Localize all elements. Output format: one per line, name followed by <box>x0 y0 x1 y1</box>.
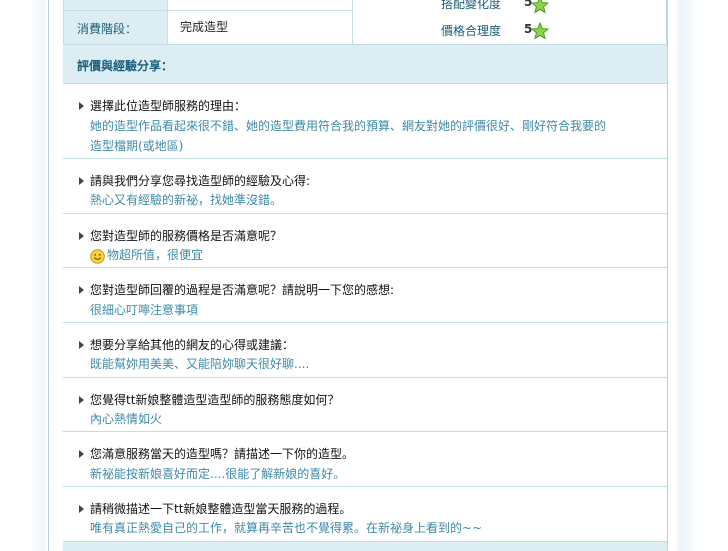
qa-item: 請與我們分享您尋找造型師的經驗及心得: 熱心又有經驗的新祕，找她準沒錯。 <box>63 159 667 214</box>
qa-answer-line: 唯有真正熱愛自己的工作，就算再辛苦也不覺得累。在新祕身上看到的~~ <box>90 521 483 535</box>
star-icon <box>531 22 549 40</box>
qa-item: 選擇此位造型師服務的理由： 她的造型作品看起來很不錯、她的造型費用符合我的預算、… <box>63 84 667 159</box>
qa-answer-line: 內心熱情如火 <box>90 412 163 426</box>
qa-answer: 她的造型作品看起來很不錯、她的造型費用符合我的預算、網友對她的評價很好、剛好符合… <box>90 116 606 156</box>
bullet-arrow-icon <box>79 102 84 110</box>
qa-answer-line: 很細心叮嚀注意事項 <box>90 303 199 317</box>
qa-question: 您覺得tt新娘整體造型造型師的服務態度如何？ <box>90 393 340 407</box>
qa-question: 想要分享給其他的網友的心得或建議： <box>90 338 295 352</box>
qa-answer: 新祕能按新娘喜好而定....很能了解新娘的喜好。 <box>90 464 345 484</box>
summary-table: 消費階段： 完成造型 搭配變化度 5 價格合理度 5 <box>63 0 667 45</box>
qa-answer-line: 新祕能按新娘喜好而定....很能了解新娘的喜好。 <box>90 467 346 481</box>
qa-item: 您對造型師的服務價格是否滿意呢？ 物超所值，很便宜 <box>63 214 667 268</box>
qa-item: 請稍微描述一下tt新娘整體造型當天服務的過程。 唯有真正熱愛自己的工作，就算再辛… <box>63 487 667 541</box>
qa-item: 您覺得tt新娘整體造型造型師的服務態度如何？ 內心熱情如火 <box>63 378 667 432</box>
qa-question: 您滿意服務當天的造型嗎？請描述一下你的造型。 <box>90 447 355 461</box>
bullet-arrow-icon <box>79 505 84 513</box>
bullet-arrow-icon <box>79 450 84 458</box>
star-icon <box>531 0 549 14</box>
rating-label-price: 價格合理度 <box>441 24 502 38</box>
qa-answer-line: 她的造型作品看起來很不錯、她的造型費用符合我的預算、網友對她的評價很好、剛好符合… <box>90 119 607 133</box>
qa-answer: 既能幫妳用美美、又能陪妳聊天很好聊.... <box>90 354 309 374</box>
qa-item: 想要分享給其他的網友的心得或建議： 既能幫妳用美美、又能陪妳聊天很好聊.... <box>63 323 667 378</box>
next-section-header <box>63 541 667 551</box>
stage-value-cell: 完成造型 <box>167 10 353 45</box>
qa-answer: 內心熱情如火 <box>90 409 162 429</box>
qa-question: 您對造型師回覆的過程是否滿意呢？請說明一下您的感想: <box>90 283 395 297</box>
qa-question: 請稍微描述一下tt新娘整體造型當天服務的過程。 <box>90 502 352 516</box>
qa-answer-line: 造型檔期(或地區) <box>90 139 184 153</box>
qa-answer-line: 物超所值，很便宜 <box>107 248 204 262</box>
bullet-arrow-icon <box>79 232 84 240</box>
stage-value: 完成造型 <box>180 20 229 34</box>
page-background-right <box>667 0 728 551</box>
smiley-icon <box>90 249 105 264</box>
qa-question: 請與我們分享您尋找造型師的經驗及心得: <box>90 174 311 188</box>
qa-item: 您對造型師回覆的過程是否滿意呢？請說明一下您的感想: 很細心叮嚀注意事項 <box>63 268 667 323</box>
review-panel: 消費階段： 完成造型 搭配變化度 5 價格合理度 5 評價與經驗分享： 選擇此位… <box>48 0 668 551</box>
qa-answer: 很細心叮嚀注意事項 <box>90 300 198 320</box>
ratings-cell: 搭配變化度 5 價格合理度 5 <box>352 0 667 45</box>
qa-question: 您對造型師的服務價格是否滿意呢？ <box>90 229 283 243</box>
bullet-arrow-icon <box>79 177 84 185</box>
reviews-header: 評價與經驗分享： <box>63 44 667 84</box>
reviews-title: 評價與經驗分享： <box>77 59 174 73</box>
qa-answer-line: 熱心又有經驗的新祕，找她準沒錯。 <box>90 193 283 207</box>
qa-answer-line: 既能幫妳用美美、又能陪妳聊天很好聊.... <box>90 357 310 371</box>
qa-answer: 物超所值，很便宜 <box>107 245 203 265</box>
stage-label: 消費階段： <box>77 22 138 36</box>
page-background-left <box>0 0 48 551</box>
rating-label-mix: 搭配變化度 <box>441 0 502 11</box>
bullet-arrow-icon <box>79 341 84 349</box>
qa-item: 您滿意服務當天的造型嗎？請描述一下你的造型。 新祕能按新娘喜好而定....很能了… <box>63 432 667 487</box>
qa-answer: 唯有真正熱愛自己的工作，就算再辛苦也不覺得累。在新祕身上看到的~~ <box>90 518 482 538</box>
bullet-arrow-icon <box>79 396 84 404</box>
bullet-arrow-icon <box>79 286 84 294</box>
qa-question: 選擇此位造型師服務的理由： <box>90 99 247 113</box>
stage-label-cell: 消費階段： <box>63 10 168 45</box>
qa-answer: 熱心又有經驗的新祕，找她準沒錯。 <box>90 190 282 210</box>
